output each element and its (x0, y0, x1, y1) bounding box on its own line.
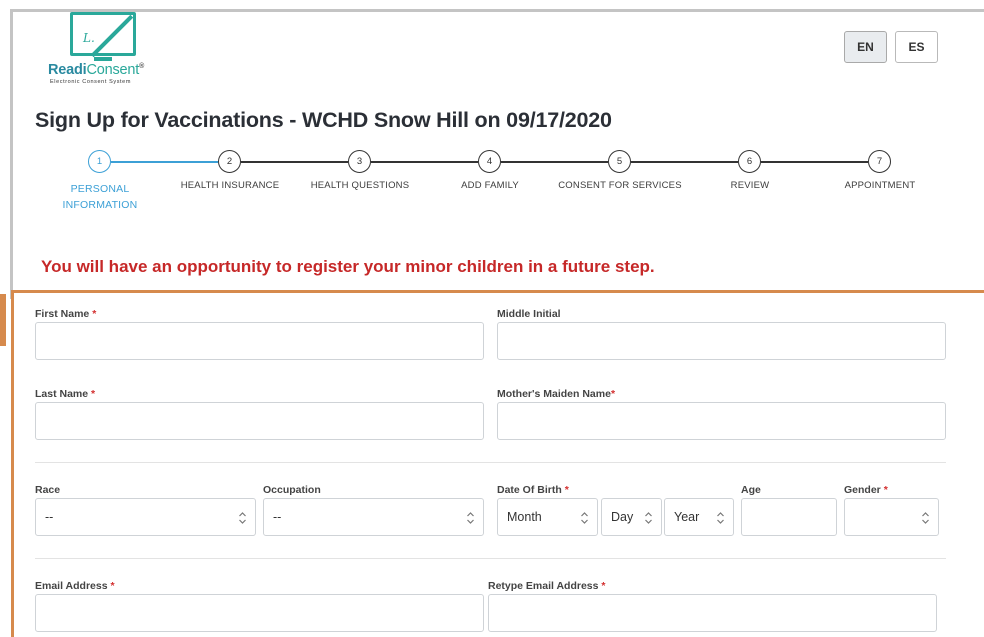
step-4-circle[interactable]: 4 (478, 150, 501, 173)
step-3-label[interactable]: HEALTH QUESTIONS (295, 181, 425, 191)
occupation-select-value: -- (273, 510, 282, 524)
step-7-circle[interactable]: 7 (868, 150, 891, 173)
age-label: Age (741, 484, 761, 496)
step-6-label[interactable]: REVIEW (685, 181, 815, 191)
step-1-label[interactable]: PERSONAL INFORMATION (50, 181, 150, 213)
step-4-label[interactable]: ADD FAMILY (425, 181, 555, 191)
occupation-select[interactable]: -- (263, 498, 484, 536)
section-divider (35, 558, 946, 559)
minor-children-notice: You will have an opportunity to register… (41, 257, 655, 276)
language-es-button[interactable]: ES (895, 31, 938, 63)
email-label: Email Address * (35, 580, 115, 592)
last-name-label: Last Name * (35, 388, 96, 400)
maiden-name-field[interactable] (497, 402, 946, 440)
dob-year-select[interactable]: Year (664, 498, 734, 536)
dob-day-value: Day (611, 510, 634, 524)
first-name-label: First Name * (35, 308, 97, 320)
step-connector (761, 161, 868, 163)
race-label: Race (35, 484, 61, 496)
dob-label: Date Of Birth * (497, 484, 569, 496)
step-3-circle[interactable]: 3 (348, 150, 371, 173)
step-7-label[interactable]: APPOINTMENT (815, 181, 945, 191)
updown-chevron-icon (922, 512, 929, 524)
step-5-label[interactable]: CONSENT FOR SERVICES (555, 181, 685, 191)
logo-wordmark: ReadiConsent® (48, 62, 144, 78)
logo-name-bold: Readi (48, 62, 87, 78)
middle-initial-field[interactable] (497, 322, 946, 360)
middle-initial-label: Middle Initial (497, 308, 561, 320)
updown-chevron-icon (467, 512, 474, 524)
step-1-circle[interactable]: 1 (88, 150, 111, 173)
page-title: Sign Up for Vaccinations - WCHD Snow Hil… (35, 108, 612, 132)
age-field[interactable] (741, 498, 837, 536)
step-connector (501, 161, 608, 163)
dob-day-select[interactable]: Day (601, 498, 662, 536)
step-6-circle[interactable]: 6 (738, 150, 761, 173)
logo-registered-mark: ® (139, 63, 145, 71)
step-2-label[interactable]: HEALTH INSURANCE (165, 181, 295, 191)
updown-chevron-icon (645, 512, 652, 524)
gender-select[interactable] (844, 498, 939, 536)
language-en-button[interactable]: EN (844, 31, 887, 63)
race-select-value: -- (45, 510, 54, 524)
maiden-name-label: Mother's Maiden Name* (497, 388, 616, 400)
step-connector (111, 161, 218, 163)
dob-month-value: Month (507, 510, 542, 524)
occupation-label: Occupation (263, 484, 321, 496)
updown-chevron-icon (581, 512, 588, 524)
readiconsent-logo: L. ReadiConsent® Electronic Consent Syst… (48, 12, 164, 86)
progress-stepper: 1 2 3 4 5 6 7 PERSONAL INFORMATION HEALT… (0, 149, 984, 219)
step-5-circle[interactable]: 5 (608, 150, 631, 173)
logo-name-light: Consent (86, 62, 140, 78)
race-select[interactable]: -- (35, 498, 256, 536)
step-2-circle[interactable]: 2 (218, 150, 241, 173)
gender-label: Gender * (844, 484, 888, 496)
updown-chevron-icon (239, 512, 246, 524)
step-connector (241, 161, 348, 163)
email-field[interactable] (35, 594, 484, 632)
dob-year-value: Year (674, 510, 700, 524)
updown-chevron-icon (717, 512, 724, 524)
logo-scribble: L. (83, 31, 95, 45)
retype-email-field[interactable] (488, 594, 937, 632)
first-name-field[interactable] (35, 322, 484, 360)
form-frame-tab (0, 294, 6, 346)
monitor-stand (94, 57, 112, 61)
logo-tagline: Electronic Consent System (50, 79, 132, 85)
step-connector (371, 161, 478, 163)
retype-email-label: Retype Email Address * (488, 580, 606, 592)
section-divider (35, 462, 946, 463)
step-connector (631, 161, 738, 163)
last-name-field[interactable] (35, 402, 484, 440)
dob-month-select[interactable]: Month (497, 498, 598, 536)
